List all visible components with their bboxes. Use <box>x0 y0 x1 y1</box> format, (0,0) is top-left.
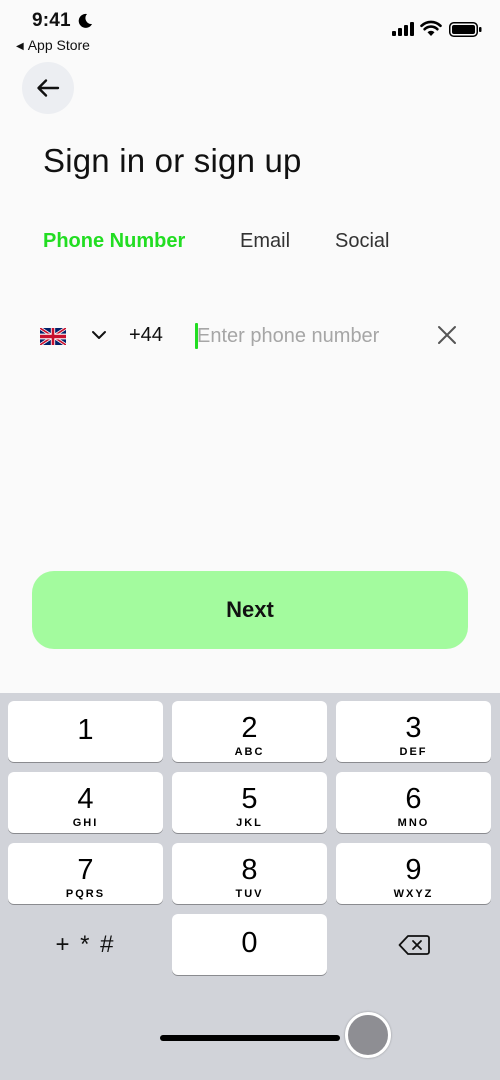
back-app-label: App Store <box>27 37 90 53</box>
wifi-icon <box>420 20 442 36</box>
key-6[interactable]: 6 MNO <box>336 772 491 833</box>
tab-phone-number[interactable]: Phone Number <box>43 230 185 253</box>
touch-indicator <box>345 1012 391 1058</box>
battery-icon <box>449 22 482 37</box>
key-letters: DEF <box>399 746 428 758</box>
phone-number-input[interactable] <box>194 318 417 354</box>
symbols-key[interactable]: + * # <box>8 914 163 975</box>
key-3[interactable]: 3 DEF <box>336 701 491 762</box>
cellular-signal-icon <box>392 22 414 36</box>
home-indicator[interactable] <box>160 1035 340 1041</box>
key-letters: ABC <box>234 746 265 758</box>
key-7[interactable]: 7 PQRS <box>8 843 163 904</box>
key-number: 3 <box>405 712 422 744</box>
key-number: 7 <box>77 854 94 886</box>
key-letters: PQRS <box>65 888 106 900</box>
key-number: 4 <box>77 783 94 815</box>
delete-key[interactable] <box>336 914 491 975</box>
key-1[interactable]: 1 <box>8 701 163 762</box>
key-number: 0 <box>241 927 258 959</box>
key-5[interactable]: 5 JKL <box>172 772 327 833</box>
key-number: 9 <box>405 854 422 886</box>
uk-flag-icon[interactable] <box>40 328 66 345</box>
numeric-keypad: 1 2 ABC 3 DEF 4 GHI 5 JKL 6 MNO 7 PQRS 8 TUV 9 W… <box>0 693 500 1080</box>
phone-number-row: +44 <box>0 312 500 362</box>
tab-email[interactable]: Email <box>240 230 290 253</box>
country-code: +44 <box>129 324 163 346</box>
next-button[interactable]: Next <box>32 571 468 649</box>
page-title: Sign in or sign up <box>43 142 302 179</box>
status-bar: 9:41 ◀ App Store <box>0 0 500 60</box>
key-letters: GHI <box>72 817 99 829</box>
back-triangle-icon: ◀ <box>16 41 24 52</box>
backspace-icon <box>398 934 430 955</box>
tab-social[interactable]: Social <box>335 230 389 253</box>
arrow-left-icon <box>37 79 60 97</box>
key-9[interactable]: 9 WXYZ <box>336 843 491 904</box>
key-letters: WXYZ <box>393 888 434 900</box>
back-to-app-store[interactable]: ◀ App Store <box>16 37 90 53</box>
key-0[interactable]: 0 <box>172 914 327 975</box>
chevron-down-icon[interactable] <box>91 330 107 340</box>
key-number: 6 <box>405 783 422 815</box>
key-2[interactable]: 2 ABC <box>172 701 327 762</box>
back-button[interactable] <box>22 62 74 114</box>
key-number: 8 <box>241 854 258 886</box>
key-letters: JKL <box>236 817 263 829</box>
key-8[interactable]: 8 TUV <box>172 843 327 904</box>
close-icon[interactable] <box>436 324 458 346</box>
sign-in-method-tabs: Phone Number Email Social <box>0 226 500 260</box>
key-4[interactable]: 4 GHI <box>8 772 163 833</box>
key-number: 1 <box>77 714 94 746</box>
key-letters: TUV <box>235 888 264 900</box>
key-number: 5 <box>241 783 258 815</box>
status-time: 9:41 <box>32 10 71 31</box>
key-letters: MNO <box>397 817 430 829</box>
key-number: 2 <box>241 712 258 744</box>
text-cursor <box>195 323 198 349</box>
moon-icon <box>78 13 92 28</box>
